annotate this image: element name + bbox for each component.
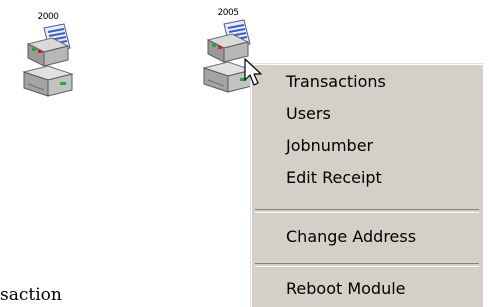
device-year-label: 2000	[37, 12, 59, 22]
device-2000[interactable]: 2000	[20, 12, 76, 98]
menu-separator	[255, 263, 479, 267]
menu-item-users[interactable]: Users	[251, 100, 483, 128]
menu-item-reboot-module[interactable]: Reboot Module	[251, 275, 483, 303]
background-label: saction	[0, 285, 62, 305]
printer-fax-icon	[22, 23, 74, 97]
mouse-pointer-icon	[244, 58, 262, 86]
menu-item-transactions[interactable]: Transactions	[251, 68, 483, 96]
menu-separator	[255, 209, 479, 213]
device-year-label: 2005	[217, 8, 239, 18]
menu-item-edit-receipt[interactable]: Edit Receipt	[251, 164, 483, 192]
menu-item-change-address[interactable]: Change Address	[251, 223, 483, 251]
context-menu: Transactions Users Jobnumber Edit Receip…	[250, 63, 483, 307]
menu-item-jobnumber[interactable]: Jobnumber	[251, 132, 483, 160]
